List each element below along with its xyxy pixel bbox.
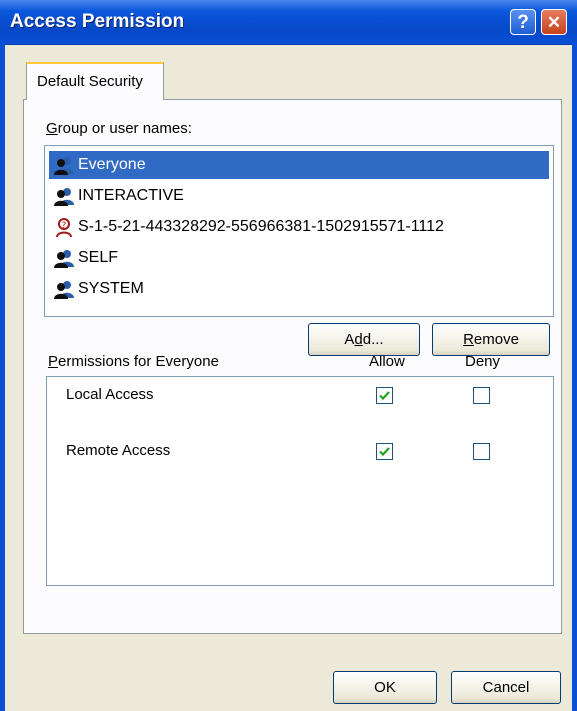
permissions-list[interactable]: Local Access Remote Access <box>46 376 554 586</box>
user-name: SYSTEM <box>78 280 144 297</box>
cancel-label: Cancel <box>482 679 530 696</box>
group-icon <box>53 185 75 207</box>
group-label-rest: roup or user names: <box>57 120 192 137</box>
cancel-button[interactable]: Cancel <box>451 671 561 704</box>
svg-text:?: ? <box>62 221 67 231</box>
deny-checkbox-local-access[interactable] <box>473 387 490 404</box>
ok-label: OK <box>374 679 396 696</box>
checkmark-icon <box>379 391 390 401</box>
deny-checkbox-remote-access[interactable] <box>473 443 490 460</box>
window-frame-right <box>572 44 577 711</box>
permission-name: Remote Access <box>66 442 171 459</box>
add-label-pre: A <box>344 331 355 348</box>
remove-label-post: emove <box>473 331 519 348</box>
tab-label: Default Security <box>37 73 143 90</box>
allow-checkbox-local-access[interactable] <box>376 387 393 404</box>
add-label-accel: d <box>354 331 363 348</box>
help-button[interactable]: ? <box>510 9 536 35</box>
list-item[interactable]: SYSTEM <box>49 275 549 303</box>
permission-name: Local Access <box>66 386 154 403</box>
list-item[interactable]: Everyone <box>49 151 549 179</box>
close-button[interactable]: ✕ <box>541 9 567 35</box>
user-name: S-1-5-21-443328292-556966381-1502915571-… <box>78 218 444 235</box>
list-item[interactable]: INTERACTIVE <box>49 182 549 210</box>
unknown-user-icon: ? <box>53 216 75 238</box>
list-item[interactable]: ? S-1-5-21-443328292-556966381-1502915571… <box>49 213 549 241</box>
user-name: Everyone <box>78 156 146 173</box>
window-frame-left <box>0 44 5 711</box>
tab-default-security[interactable]: Default Security <box>26 62 164 100</box>
help-icon: ? <box>517 12 529 33</box>
user-name: SELF <box>78 249 119 266</box>
user-name: INTERACTIVE <box>78 187 184 204</box>
remove-button[interactable]: Remove <box>432 323 550 356</box>
add-button[interactable]: Add... <box>308 323 420 356</box>
remove-label-accel: R <box>463 331 474 348</box>
group-label-accelerator: G <box>46 120 58 137</box>
group-icon <box>53 247 75 269</box>
title-bar[interactable]: Access Permission ? ✕ <box>0 0 577 45</box>
checkmark-icon <box>379 447 390 457</box>
window-title: Access Permission <box>10 11 185 32</box>
group-icon <box>53 154 75 176</box>
allow-column-header: Allow <box>369 353 405 370</box>
permissions-label: Permissions for Everyone <box>48 353 219 370</box>
add-label-post: d... <box>362 331 384 348</box>
group-list-label: Group or user names: <box>46 120 192 137</box>
permissions-label-rest: ermissions for Everyone <box>58 353 219 370</box>
ok-button[interactable]: OK <box>333 671 437 704</box>
user-list[interactable]: Everyone INTERACTIVE? S-1-5-21-443328292-5… <box>44 145 554 317</box>
group-icon <box>53 278 75 300</box>
permissions-label-accelerator: P <box>48 353 59 370</box>
list-item[interactable]: SELF <box>49 244 549 272</box>
close-icon: ✕ <box>546 13 562 32</box>
deny-column-header: Deny <box>465 353 501 370</box>
allow-checkbox-remote-access[interactable] <box>376 443 393 460</box>
